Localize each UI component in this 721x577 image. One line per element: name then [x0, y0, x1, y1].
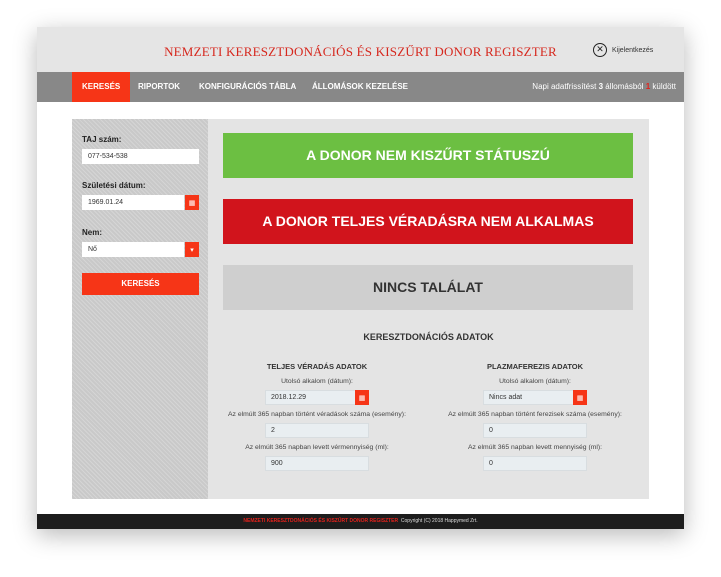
- whole-blood-title: TELJES VÉRADÁS ADATOK: [266, 362, 368, 371]
- search-sidebar: TAJ szám: 077-534-538 Születési dátum: 1…: [72, 119, 208, 499]
- plasma-last-label: Utolsó alkalom (dátum):: [499, 378, 571, 385]
- suitability-banner: A DONOR TELJES VÉRADÁSRA NEM ALKALMAS: [223, 199, 633, 244]
- close-circle-icon[interactable]: ✕: [593, 43, 607, 57]
- status-failed-count: 1: [645, 82, 651, 91]
- nav-item-stations[interactable]: ÁLLOMÁSOK KEZELÉSE: [312, 72, 408, 102]
- sex-label: Nem:: [82, 228, 103, 237]
- footer-brand: NEMZETI KERESZTDONÁCIÓS ÉS KISZŰRT DONOR…: [243, 518, 399, 524]
- plasma-volume-field[interactable]: 0: [483, 456, 587, 471]
- logout-button[interactable]: ✕ Kijelentkezés: [593, 43, 653, 57]
- search-button[interactable]: KERESÉS: [82, 273, 199, 295]
- calendar-icon[interactable]: ▦: [573, 390, 587, 405]
- whole-blood-last-label: Utolsó alkalom (dátum):: [281, 378, 353, 385]
- nav-item-config-table[interactable]: KONFIGURÁCIÓS TÁBLA: [199, 72, 296, 102]
- whole-blood-count-field[interactable]: 2: [265, 423, 369, 438]
- footer-copyright: Copyright (C) 2018 Happymed Zrt.: [400, 518, 478, 524]
- logout-label[interactable]: Kijelentkezés: [612, 47, 653, 54]
- whole-blood-last-field[interactable]: 2018.12.29: [265, 390, 369, 405]
- status-prefix: Napi adatfrissítést: [532, 82, 597, 91]
- plasma-title: PLAZMAFEREZIS ADATOK: [486, 362, 584, 371]
- nav-item-reports[interactable]: RIPORTOK: [138, 72, 180, 102]
- content-area: TAJ szám: 077-534-538 Születési dátum: 1…: [72, 119, 649, 499]
- dob-input[interactable]: 1969.01.24: [82, 195, 184, 210]
- header: NEMZETI KERESZTDONÁCIÓS ÉS KISZŰRT DONOR…: [37, 27, 684, 72]
- chevron-down-icon[interactable]: ▾: [185, 242, 199, 257]
- plasma-count-field[interactable]: 0: [483, 423, 587, 438]
- plasma-volume-label: Az elmúlt 365 napban levett mennyiség (m…: [467, 444, 603, 451]
- whole-blood-volume-label: Az elmúlt 365 napban levett vérmennyiség…: [245, 444, 389, 451]
- whole-blood-count-label: Az elmúlt 365 napban történt véradások s…: [228, 411, 406, 418]
- calendar-icon[interactable]: ▦: [185, 195, 199, 210]
- taj-input[interactable]: 077-534-538: [82, 149, 199, 164]
- app-title: NEMZETI KERESZTDONÁCIÓS ÉS KISZŰRT DONOR…: [164, 44, 557, 59]
- status-banner: A DONOR NEM KISZŰRT STÁTUSZÚ: [223, 133, 633, 178]
- sex-select[interactable]: Nő: [82, 242, 184, 257]
- plasma-last-field[interactable]: Nincs adat: [483, 390, 587, 405]
- footer: NEMZETI KERESZTDONÁCIÓS ÉS KISZŰRT DONOR…: [37, 514, 684, 529]
- whole-blood-volume-field[interactable]: 900: [265, 456, 369, 471]
- app-window: NEMZETI KERESZTDONÁCIÓS ÉS KISZŰRT DONOR…: [37, 27, 684, 529]
- plasma-count-label: Az elmúlt 365 napban történt ferezisek s…: [448, 411, 622, 418]
- dob-label: Születési dátum:: [82, 181, 146, 190]
- main-nav: KERESÉS RIPORTOK KONFIGURÁCIÓS TÁBLA ÁLL…: [37, 72, 684, 102]
- calendar-icon[interactable]: ▦: [355, 390, 369, 405]
- cross-donation-title: KERESZTDONÁCIÓS ADATOK: [363, 332, 494, 342]
- daily-update-status: Napi adatfrissítést 3 állomásból 1 küldö…: [532, 72, 676, 102]
- nav-item-search[interactable]: KERESÉS: [72, 72, 131, 102]
- match-banner: NINCS TALÁLAT: [223, 265, 633, 310]
- status-middle: állomásból: [605, 82, 644, 91]
- status-suffix: küldött: [652, 82, 676, 91]
- status-count: 3: [598, 82, 604, 91]
- taj-label: TAJ szám:: [82, 135, 122, 144]
- results-panel: A DONOR NEM KISZŰRT STÁTUSZÚ A DONOR TEL…: [208, 119, 649, 499]
